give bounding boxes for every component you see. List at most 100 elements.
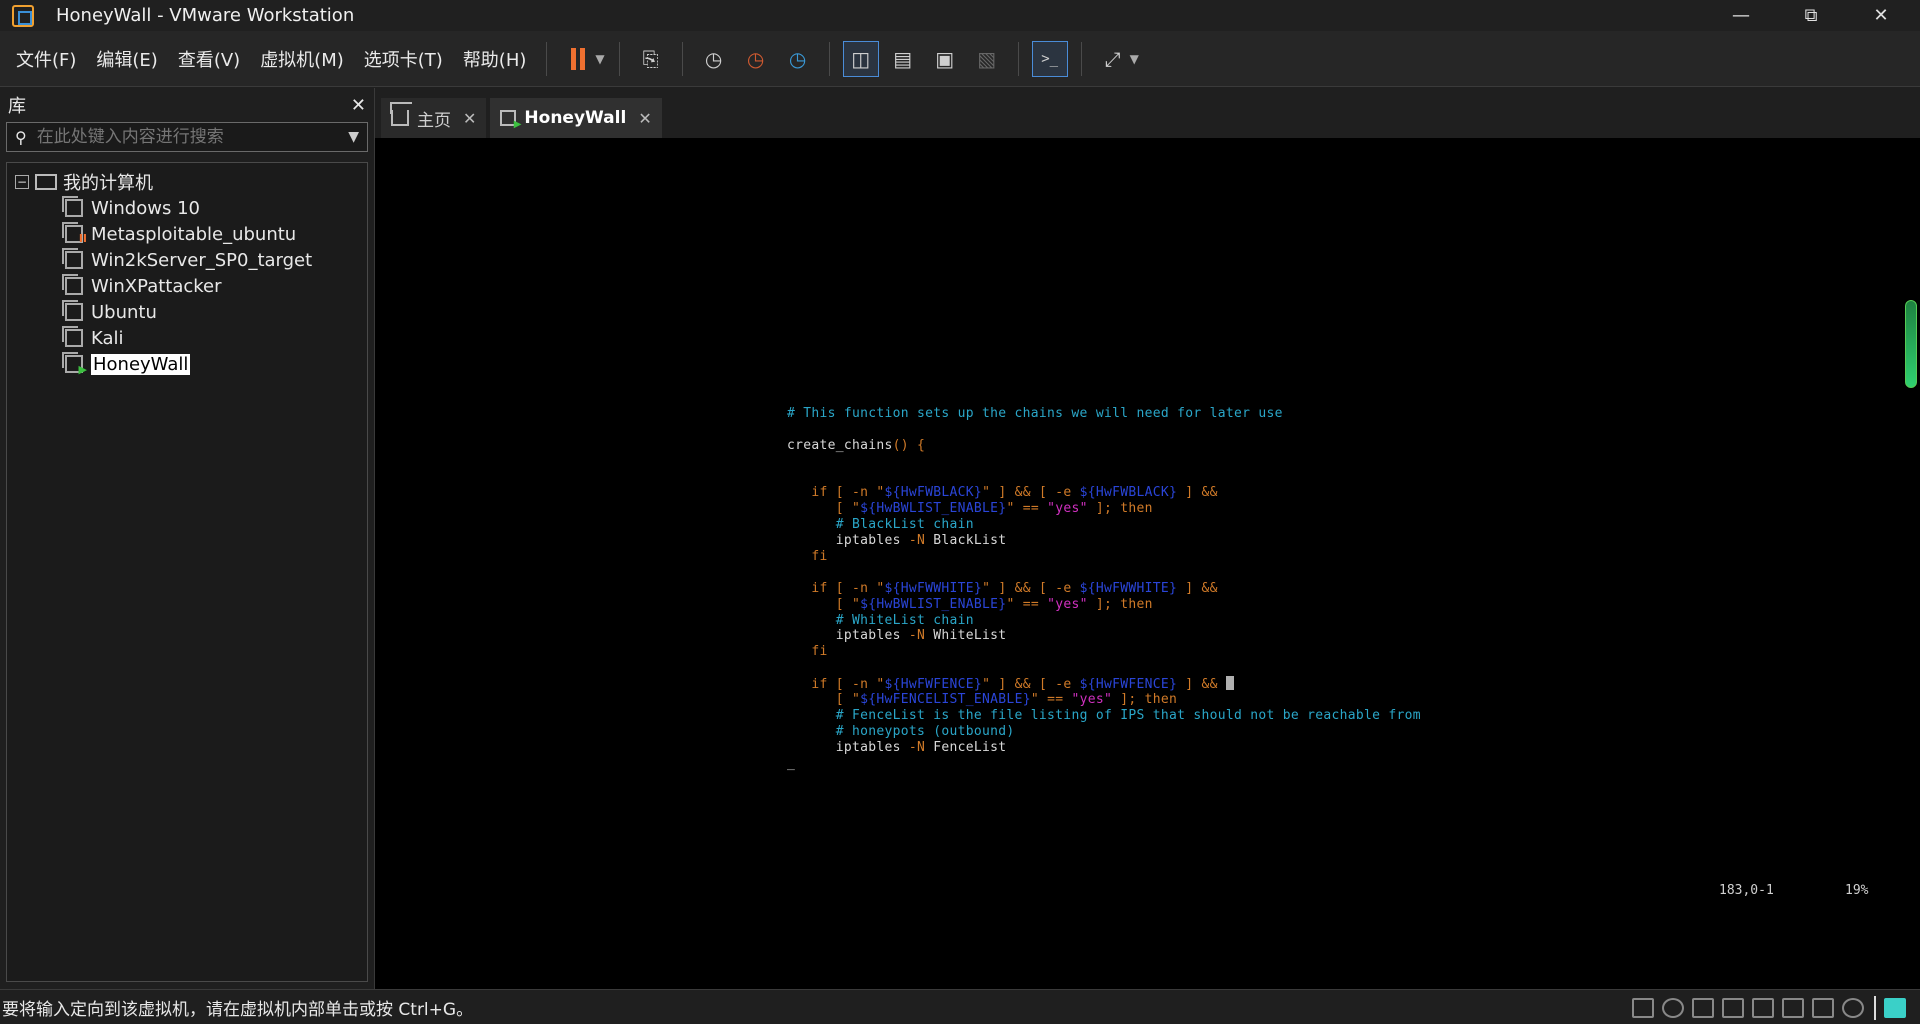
vm-label: WinXPattacker <box>91 275 222 297</box>
vm-item-windows-10[interactable]: Windows 10 <box>7 195 367 221</box>
search-input[interactable] <box>36 127 349 147</box>
sound-card-icon[interactable] <box>1812 998 1834 1018</box>
close-tab-icon[interactable]: ✕ <box>463 109 476 128</box>
title-bar: HoneyWall - VMware Workstation — ⧉ ✕ <box>0 0 1920 31</box>
status-message: 要将输入定向到该虚拟机，请在虚拟机内部单击或按 Ctrl+G。 <box>2 999 474 1020</box>
menu-edit[interactable]: 编辑(E) <box>86 41 167 77</box>
snapshot-icon[interactable]: ◷ <box>696 41 732 77</box>
terminal-token: ${HwFWWHITE} <box>1079 580 1178 596</box>
terminal-token: " ] && [ -e <box>982 677 1080 693</box>
menu-file[interactable]: 文件(F) <box>6 41 86 77</box>
tab-home[interactable]: 主页 ✕ <box>381 98 487 138</box>
terminal-token: if [ -n " <box>811 677 885 693</box>
vm-item-ubuntu[interactable]: Ubuntu <box>7 299 367 325</box>
terminal-token: # This function sets up the chains we wi… <box>787 406 1283 421</box>
stretch-dropdown-icon[interactable]: ▼ <box>1130 52 1139 66</box>
library-search[interactable]: ⚲ ▼ <box>6 122 368 152</box>
terminal-token: iptables <box>835 533 909 549</box>
close-icon[interactable]: ✕ <box>1846 0 1916 31</box>
console-scrollbar[interactable] <box>1905 300 1917 388</box>
fullscreen-icon[interactable]: ▣ <box>927 41 963 77</box>
snapshot-manager-icon[interactable]: ◷ <box>780 41 816 77</box>
tab-label: HoneyWall <box>524 108 627 128</box>
close-library-icon[interactable]: ✕ <box>351 95 366 116</box>
vm-item-honeywall[interactable]: HoneyWall <box>7 351 367 377</box>
menu-help[interactable]: 帮助(H) <box>453 41 537 77</box>
terminal-token: ] && <box>1177 485 1218 501</box>
terminal-line: create_chains() { <box>787 438 1421 454</box>
pause-icon[interactable] <box>560 41 596 77</box>
unity-icon[interactable]: ▧ <box>969 41 1005 77</box>
vm-label: Kali <box>91 327 124 349</box>
vm-item-kali[interactable]: Kali <box>7 325 367 351</box>
vim-scroll-percent: 19% <box>1845 883 1869 898</box>
tree-root-my-computer[interactable]: − 我的计算机 <box>7 169 367 195</box>
menu-tabs[interactable]: 选项卡(T) <box>354 41 453 77</box>
terminal-token: fi <box>811 644 828 660</box>
terminal-line: [ "${HwBWLIST_ENABLE}" == "yes" ]; then <box>787 501 1421 517</box>
vm-label: Win2kServer_SP0_target <box>91 249 313 271</box>
terminal-token: ${HwFWBLACK} <box>884 485 983 501</box>
terminal-token: ${HwFWBLACK} <box>1079 485 1178 501</box>
terminal-text: # This function sets up the chains we wi… <box>787 406 1421 771</box>
vm-running-icon <box>500 110 521 130</box>
close-tab-icon[interactable]: ✕ <box>638 109 651 128</box>
vm-running-icon <box>62 352 87 376</box>
minimize-icon[interactable]: — <box>1706 0 1776 31</box>
pause-dropdown-icon[interactable]: ▼ <box>595 52 604 66</box>
terminal-token: ] && <box>1177 580 1218 596</box>
status-bar: 要将输入定向到该虚拟机，请在虚拟机内部单击或按 Ctrl+G。 <box>0 989 1920 1024</box>
cd-rom-icon[interactable] <box>1662 998 1684 1018</box>
terminal-token: WhiteList <box>925 628 1007 644</box>
collapse-icon[interactable]: − <box>15 175 29 189</box>
hard-disk-icon[interactable] <box>1632 998 1654 1018</box>
console-view-icon[interactable]: >_ <box>1031 40 1068 77</box>
terminal-token: ${HwBWLIST_ENABLE} <box>860 501 1007 517</box>
vm-item-metasploitable-ubuntu[interactable]: Metasploitable_ubuntu <box>7 221 367 247</box>
tray-separator <box>1874 996 1876 1020</box>
stretch-icon[interactable]: ⤢ <box>1095 41 1131 77</box>
thumbnail-bar-icon[interactable]: ▤ <box>885 41 921 77</box>
vm-item-winxpattacker[interactable]: WinXPattacker <box>7 273 367 299</box>
vm-item-win2kserver[interactable]: Win2kServer_SP0_target <box>7 247 367 273</box>
terminal-token: ]; then <box>1112 692 1178 708</box>
tab-honeywall[interactable]: HoneyWall ✕ <box>490 98 662 138</box>
terminal-token: "yes" <box>1071 692 1113 708</box>
send-ctrl-alt-del-icon[interactable]: ⎘ <box>633 41 669 77</box>
terminal-token: [ " <box>835 501 861 517</box>
revert-snapshot-icon[interactable]: ◷ <box>738 41 774 77</box>
terminal-token: ]; then <box>1087 596 1153 612</box>
menu-view[interactable]: 查看(V) <box>168 41 250 77</box>
vm-console[interactable]: # This function sets up the chains we wi… <box>375 138 1920 989</box>
terminal-token: ] && <box>1177 677 1226 693</box>
display-icon[interactable] <box>1842 998 1864 1018</box>
terminal-line: # WhiteList chain <box>787 613 1421 629</box>
restore-icon[interactable]: ⧉ <box>1776 0 1846 31</box>
vm-tree: − 我的计算机 Windows 10 Metasploitable_ubuntu… <box>6 162 368 982</box>
terminal-token: " ] && [ -e <box>982 580 1080 596</box>
vm-off-icon <box>62 248 83 269</box>
vm-label: HoneyWall <box>91 353 191 375</box>
terminal-token: "yes" <box>1047 501 1088 517</box>
terminal-line: [ "${HwFENCELIST_ENABLE}" == "yes" ]; th… <box>787 692 1421 708</box>
message-icon[interactable] <box>1884 998 1906 1018</box>
terminal-line: iptables -N BlackList <box>787 533 1421 549</box>
network-adapter-2-icon[interactable] <box>1722 998 1744 1018</box>
network-adapter-3-icon[interactable] <box>1752 998 1774 1018</box>
terminal-line: _ <box>787 756 1421 772</box>
library-view-icon[interactable]: ◫ <box>842 40 879 77</box>
menu-vm[interactable]: 虚拟机(M) <box>250 41 354 77</box>
toolbar-separator <box>618 41 620 76</box>
toolbar-separator <box>681 41 683 76</box>
terminal-token: ${HwBWLIST_ENABLE} <box>860 596 1007 612</box>
library-header: 库 ✕ <box>0 88 374 122</box>
search-dropdown-icon[interactable]: ▼ <box>348 129 359 145</box>
terminal-token: ]; then <box>1087 501 1153 517</box>
vm-paused-icon <box>62 222 87 245</box>
terminal-token: # honeypots (outbound) <box>835 723 1015 739</box>
printer-icon[interactable] <box>1782 998 1804 1018</box>
network-adapter-1-icon[interactable] <box>1692 998 1714 1018</box>
terminal-line: iptables -N FenceList <box>787 740 1421 756</box>
